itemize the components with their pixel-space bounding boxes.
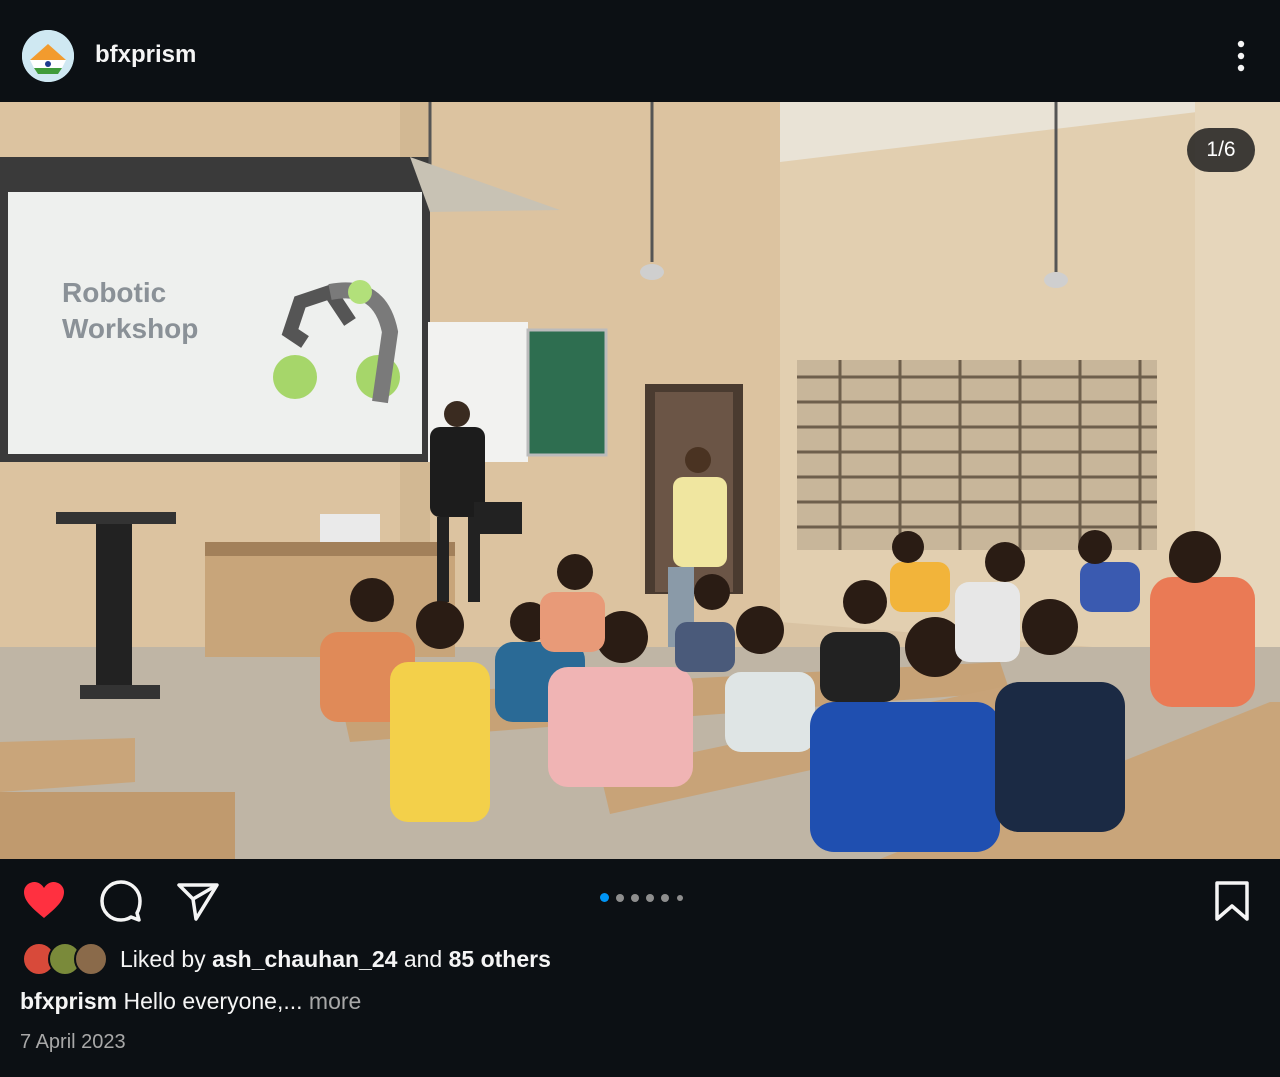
profile-avatar[interactable]: [22, 30, 74, 82]
caption-username[interactable]: bfxprism: [20, 988, 117, 1014]
image-counter: 1/6: [1187, 128, 1255, 172]
liked-by-username[interactable]: ash_chauhan_24: [212, 946, 397, 972]
carousel-dot: [631, 894, 639, 902]
send-icon: [177, 883, 219, 921]
comment-icon: [100, 880, 142, 922]
header-username[interactable]: bfxprism: [95, 41, 196, 69]
heart-filled-icon: [24, 882, 64, 918]
post-header: bfxprism: [0, 0, 1280, 102]
likes-others[interactable]: 85 others: [449, 946, 551, 972]
carousel-dot-active: [600, 893, 609, 902]
like-button[interactable]: [22, 879, 66, 923]
comment-button[interactable]: [99, 879, 143, 923]
action-bar: [0, 859, 1280, 939]
liker-avatar: [74, 942, 108, 976]
likes-text[interactable]: Liked by ash_chauhan_24 and 85 others: [120, 946, 551, 973]
save-button[interactable]: [1210, 879, 1254, 923]
post-image[interactable]: Robotic Workshop 1/6: [0, 102, 1280, 859]
more-options-icon[interactable]: [1226, 38, 1256, 74]
svg-text:Workshop: Workshop: [62, 313, 198, 344]
caption: bfxprism Hello everyone,... more: [20, 988, 361, 1015]
share-button[interactable]: [176, 879, 220, 923]
carousel-dot: [677, 895, 683, 901]
slide-title: Robotic: [62, 277, 166, 308]
carousel-dot: [661, 894, 669, 902]
caption-text: Hello everyone,...: [123, 988, 303, 1014]
carousel-dot: [646, 894, 654, 902]
carousel-dot: [616, 894, 624, 902]
post-date: 7 April 2023: [20, 1031, 126, 1053]
bookmark-icon: [1215, 881, 1249, 921]
caption-more-link[interactable]: more: [309, 988, 361, 1014]
